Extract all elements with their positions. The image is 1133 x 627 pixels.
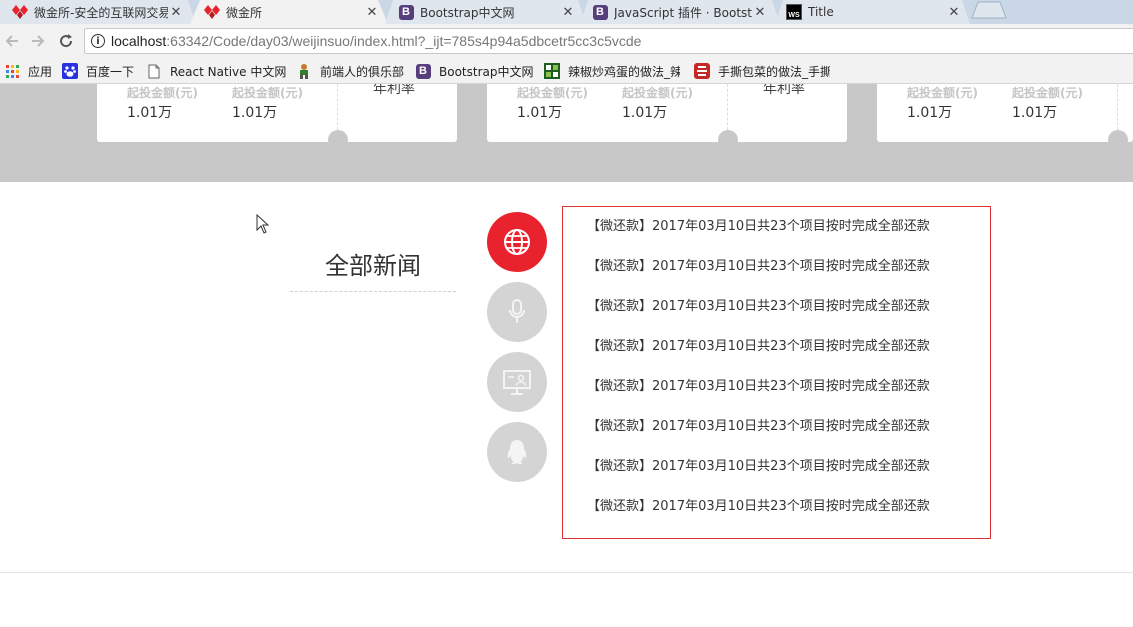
bookmark-bootstrap[interactable]: B Bootstrap中文网 bbox=[415, 62, 533, 80]
news-list: 【微还款】2017年03月10日共23个项目按时完成全部还款 【微还款】2017… bbox=[562, 206, 991, 539]
section-divider bbox=[0, 572, 1133, 573]
product-card[interactable]: 起投金额(元) 1.01万 起投金额(元) 1.01万 年利率 bbox=[97, 84, 457, 142]
card-divider bbox=[727, 84, 728, 130]
reload-icon[interactable] bbox=[56, 31, 76, 51]
product-card[interactable]: 起投金额(元) 1.01万 起投金额(元) 1.01万 bbox=[877, 84, 1133, 142]
bookmark-react-native[interactable]: React Native 中文网 bbox=[146, 62, 286, 80]
club-icon bbox=[296, 63, 312, 79]
min-invest-value: 1.01万 bbox=[907, 105, 953, 121]
product-card[interactable]: 起投金额(元) 1.01万 起投金额(元) 1.01万 年利率 bbox=[487, 84, 847, 142]
news-item[interactable]: 【微还款】2017年03月10日共23个项目按时完成全部还款 bbox=[587, 415, 930, 434]
annual-rate-label: 年利率 bbox=[373, 84, 415, 97]
news-item[interactable]: 【微还款】2017年03月10日共23个项目按时完成全部还款 bbox=[587, 215, 930, 234]
bookmark-recipe-cabbage[interactable]: 手撕包菜的做法_手撕 bbox=[694, 62, 830, 80]
min-invest-value: 1.01万 bbox=[232, 105, 278, 121]
back-icon[interactable] bbox=[2, 31, 22, 51]
bookmark-apps[interactable]: 应用 bbox=[4, 62, 52, 80]
browser-tab-strip: 微金所-安全的互联网交易 ✕ 微金所 ✕ B Bootstrap中文网 ✕ B … bbox=[0, 0, 1133, 24]
min-invest-label: 起投金额(元) bbox=[622, 86, 693, 100]
recipe-red-icon bbox=[694, 63, 710, 79]
close-icon[interactable]: ✕ bbox=[560, 5, 576, 20]
news-item[interactable]: 【微还款】2017年03月10日共23个项目按时完成全部还款 bbox=[587, 455, 930, 474]
tab-title: Title bbox=[808, 5, 834, 19]
microphone-icon bbox=[509, 299, 525, 323]
baidu-icon bbox=[62, 63, 78, 79]
browser-toolbar: i localhost:63342/Code/day03/weijinsuo/i… bbox=[0, 24, 1133, 58]
page-icon bbox=[146, 63, 162, 79]
url-path: :63342/Code/day03/weijinsuo/index.html?_… bbox=[166, 33, 642, 49]
card-notch bbox=[718, 130, 738, 150]
mouse-cursor-icon bbox=[256, 214, 270, 234]
globe-icon bbox=[504, 229, 530, 255]
bookmark-label: Bootstrap中文网 bbox=[439, 64, 534, 79]
card-notch bbox=[328, 130, 348, 150]
page-viewport: 起投金额(元) 1.01万 起投金额(元) 1.01万 年利率 起投金额(元) … bbox=[0, 84, 1133, 627]
news-section-title: 全部新闻 bbox=[325, 252, 421, 280]
tab-bootstrap[interactable]: B Bootstrap中文网 ✕ bbox=[390, 0, 582, 24]
news-item[interactable]: 【微还款】2017年03月10日共23个项目按时完成全部还款 bbox=[587, 495, 930, 514]
site-info-icon[interactable]: i bbox=[91, 34, 105, 48]
min-invest-label: 起投金额(元) bbox=[1012, 86, 1083, 100]
tab-bootstrap-js[interactable]: B JavaScript 插件 · Bootstr ✕ bbox=[584, 0, 774, 24]
news-item[interactable]: 【微还款】2017年03月10日共23个项目按时完成全部还款 bbox=[587, 295, 930, 314]
min-invest-value: 1.01万 bbox=[622, 105, 668, 121]
address-bar[interactable]: i localhost:63342/Code/day03/weijinsuo/i… bbox=[84, 28, 1133, 54]
tab-title: Bootstrap中文网 bbox=[420, 5, 515, 20]
recipe-icon bbox=[544, 63, 560, 79]
tab-title: JavaScript 插件 · Bootstr bbox=[614, 5, 752, 20]
news-category-presentation[interactable] bbox=[487, 352, 547, 412]
close-icon[interactable]: ✕ bbox=[946, 5, 962, 20]
presentation-icon bbox=[503, 370, 531, 395]
min-invest-label: 起投金额(元) bbox=[127, 86, 198, 100]
bookmark-baidu[interactable]: 百度一下 bbox=[62, 62, 134, 80]
tab-title: 微金所 bbox=[226, 5, 263, 20]
url-host: localhost bbox=[111, 33, 167, 49]
min-invest-value: 1.01万 bbox=[127, 105, 173, 121]
tab-title-page[interactable]: WS Title ✕ bbox=[778, 0, 968, 24]
min-invest-label: 起投金额(元) bbox=[232, 86, 303, 100]
min-invest-value: 1.01万 bbox=[517, 105, 563, 121]
close-icon[interactable]: ✕ bbox=[168, 5, 184, 20]
annual-rate-label: 年利率 bbox=[763, 84, 805, 97]
card-notch bbox=[1108, 130, 1128, 150]
tab-weijinsuo[interactable]: 微金所 ✕ bbox=[196, 0, 386, 24]
bookmark-frontend-club[interactable]: 前端人的俱乐部 bbox=[296, 62, 404, 80]
news-category-microphone[interactable] bbox=[487, 282, 547, 342]
apps-icon bbox=[4, 63, 20, 79]
qq-penguin-icon bbox=[507, 440, 527, 464]
close-icon[interactable]: ✕ bbox=[752, 5, 768, 20]
news-title-divider bbox=[290, 291, 456, 292]
news-item[interactable]: 【微还款】2017年03月10日共23个项目按时完成全部还款 bbox=[587, 255, 930, 274]
min-invest-value: 1.01万 bbox=[1012, 105, 1058, 121]
weijinsuo-favicon bbox=[204, 4, 220, 20]
news-item[interactable]: 【微还款】2017年03月10日共23个项目按时完成全部还款 bbox=[587, 375, 930, 394]
new-tab-button[interactable] bbox=[972, 2, 1006, 18]
bookmark-label: 手撕包菜的做法_手撕 bbox=[718, 64, 830, 79]
tab-title: 微金所-安全的互联网交易 bbox=[34, 5, 168, 20]
min-invest-label: 起投金额(元) bbox=[907, 86, 978, 100]
bootstrap-favicon: B bbox=[592, 4, 608, 20]
bookmark-label: 应用 bbox=[28, 64, 53, 79]
bookmark-label: 辣椒炒鸡蛋的做法_辣 bbox=[568, 64, 680, 79]
tab-weijinsuo-home[interactable]: 微金所-安全的互联网交易 ✕ bbox=[4, 0, 190, 24]
bookmark-label: React Native 中文网 bbox=[170, 64, 287, 79]
news-category-globe[interactable] bbox=[487, 212, 547, 272]
close-icon[interactable]: ✕ bbox=[364, 5, 380, 20]
bootstrap-favicon: B bbox=[398, 4, 414, 20]
weijinsuo-favicon bbox=[12, 4, 28, 20]
min-invest-label: 起投金额(元) bbox=[517, 86, 588, 100]
bookmark-recipe-egg[interactable]: 辣椒炒鸡蛋的做法_辣 bbox=[544, 62, 680, 80]
forward-icon[interactable] bbox=[28, 31, 48, 51]
bootstrap-favicon: B bbox=[415, 63, 431, 79]
bookmark-label: 前端人的俱乐部 bbox=[320, 64, 405, 79]
card-divider bbox=[1117, 84, 1118, 130]
card-divider bbox=[337, 84, 338, 130]
news-item[interactable]: 【微还款】2017年03月10日共23个项目按时完成全部还款 bbox=[587, 335, 930, 354]
bookmark-label: 百度一下 bbox=[86, 64, 135, 79]
webstorm-favicon: WS bbox=[786, 4, 802, 20]
url-text: localhost:63342/Code/day03/weijinsuo/ind… bbox=[111, 33, 641, 49]
bookmarks-bar: 应用 百度一下 React Native 中文网 前端人的俱乐部 B Boots… bbox=[0, 58, 1133, 84]
news-category-qq[interactable] bbox=[487, 422, 547, 482]
product-section: 起投金额(元) 1.01万 起投金额(元) 1.01万 年利率 起投金额(元) … bbox=[0, 84, 1133, 182]
